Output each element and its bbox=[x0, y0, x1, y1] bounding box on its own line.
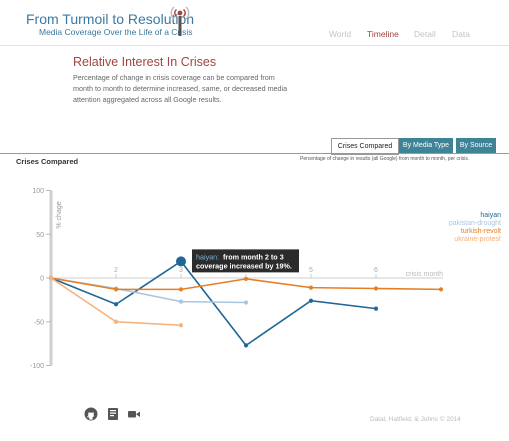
x-tick-label: 3 bbox=[179, 267, 183, 274]
highlighted-point[interactable] bbox=[176, 256, 186, 267]
legend-turkish-revolt[interactable]: turkish-revolt bbox=[461, 228, 501, 235]
data-point-turkish-revolt[interactable] bbox=[178, 287, 184, 292]
tooltip-line-2: coverage increased by 19%. bbox=[196, 261, 292, 270]
data-point-haiyan[interactable] bbox=[373, 306, 379, 311]
legend-ukraine-protest[interactable]: ukraine-protest bbox=[454, 236, 501, 243]
y-tick-label: 100 bbox=[32, 188, 44, 195]
data-point-haiyan[interactable] bbox=[308, 298, 314, 303]
y-axis-label: % chage bbox=[56, 201, 63, 228]
data-point-ukraine-protest[interactable] bbox=[178, 323, 184, 328]
line-chart: 100500-50-100% chage23456crisis month ha… bbox=[30, 188, 501, 370]
data-point-turkish-revolt[interactable] bbox=[308, 285, 314, 290]
document-icon[interactable] bbox=[106, 407, 120, 421]
series-line-haiyan[interactable] bbox=[50, 260, 377, 347]
video-icon[interactable] bbox=[127, 407, 141, 421]
y-tick-label: -50 bbox=[34, 319, 44, 326]
github-icon[interactable] bbox=[84, 407, 98, 421]
legend-pakistan-drought[interactable]: pakistan-drought bbox=[449, 220, 501, 227]
footer-credit: Datal, Hatfield, & Johns © 2014 bbox=[370, 416, 461, 423]
y-tick-label: 50 bbox=[36, 232, 44, 239]
y-tick-label: -100 bbox=[30, 363, 44, 370]
tooltip-series-name: haiyan: bbox=[196, 252, 219, 261]
data-point-turkish-revolt[interactable] bbox=[243, 276, 249, 281]
x-axis-label: crisis month bbox=[406, 271, 443, 278]
x-tick-label: 6 bbox=[374, 267, 378, 274]
data-point-pakistan-drought[interactable] bbox=[178, 299, 184, 304]
data-point-turkish-revolt[interactable] bbox=[113, 287, 119, 292]
y-tick-label: 0 bbox=[40, 276, 44, 283]
data-point-haiyan[interactable] bbox=[243, 343, 249, 348]
x-tick-label: 5 bbox=[309, 267, 313, 274]
data-point-haiyan[interactable] bbox=[113, 302, 119, 307]
tooltip-line-1: from month 2 to 3 bbox=[223, 252, 284, 261]
legend-haiyan[interactable]: haiyan bbox=[480, 212, 501, 219]
data-point-pakistan-drought[interactable] bbox=[243, 300, 249, 305]
data-point-ukraine-protest[interactable] bbox=[48, 275, 54, 281]
x-tick-label: 2 bbox=[114, 267, 118, 274]
data-point-ukraine-protest[interactable] bbox=[113, 319, 119, 324]
data-point-turkish-revolt[interactable] bbox=[438, 287, 444, 292]
data-point-turkish-revolt[interactable] bbox=[373, 286, 379, 291]
